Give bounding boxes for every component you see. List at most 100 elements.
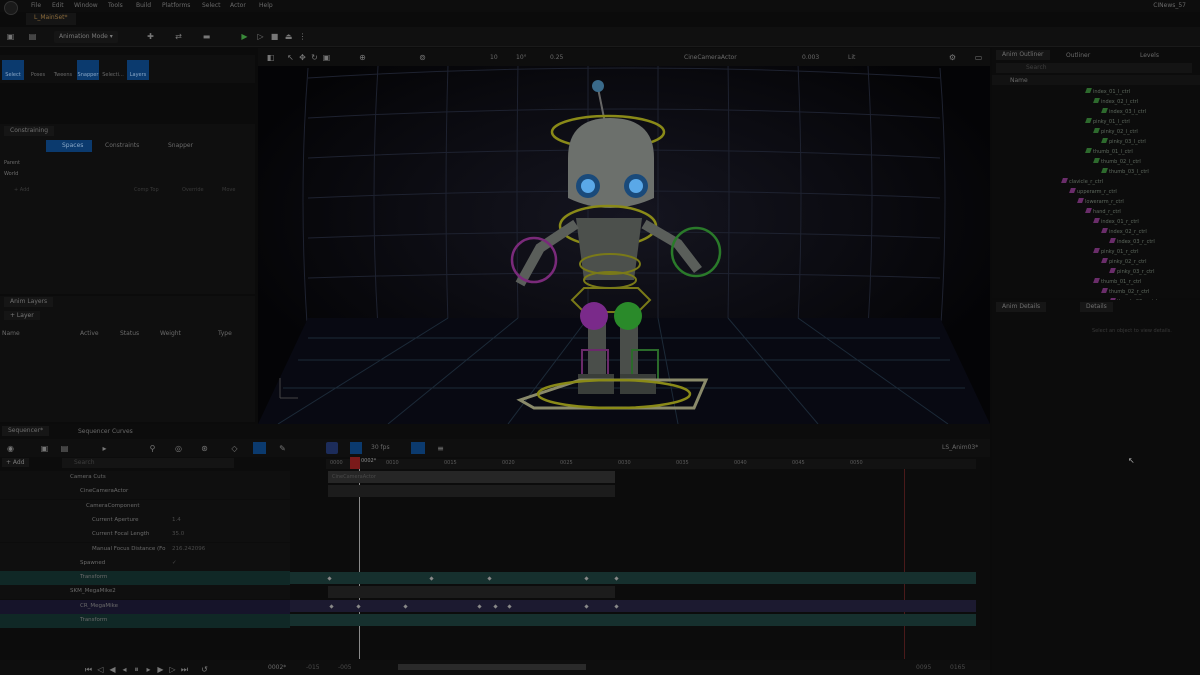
range-start2-field[interactable]: -005: [338, 664, 352, 671]
folder-icon[interactable]: ▤: [60, 444, 69, 453]
outliner-row[interactable]: pinky_03_r_ctrl: [1109, 268, 1154, 275]
save-sequence-icon[interactable]: ▣: [40, 444, 49, 453]
skm-section[interactable]: [328, 586, 615, 598]
pause-icon[interactable]: ⏸: [132, 665, 141, 674]
track-row[interactable]: Manual Focus Distance (Fo 216.242096: [0, 542, 290, 557]
menu-window[interactable]: Window: [74, 2, 98, 9]
menu-help[interactable]: Help: [259, 2, 273, 9]
outliner-row[interactable]: thumb_01_l_ctrl: [1085, 148, 1133, 155]
outliner-row[interactable]: pinky_01_l_ctrl: [1085, 118, 1130, 125]
outliner-row[interactable]: hand_r_ctrl: [1085, 208, 1121, 215]
transform-track-camera[interactable]: [290, 572, 976, 584]
mode-snapper-button[interactable]: Snapper: [77, 60, 99, 80]
track-row[interactable]: Current Focal Length 35.0: [0, 528, 290, 543]
content-browser-icon[interactable]: ▤: [28, 32, 37, 41]
menu-actor[interactable]: Actor: [230, 2, 246, 9]
tab-levels[interactable]: Levels: [1140, 52, 1159, 59]
step-icon[interactable]: ▷: [256, 32, 265, 41]
outliner-row[interactable]: index_01_l_ctrl: [1085, 88, 1130, 95]
jump-start-icon[interactable]: ⏮: [84, 665, 93, 674]
snap-toggle-button[interactable]: [326, 442, 338, 454]
comp-top-button[interactable]: Comp Top: [134, 187, 159, 193]
diamond-key-icon[interactable]: ◇: [230, 444, 239, 453]
map-tab[interactable]: L_MainSet*: [26, 13, 76, 25]
track-value[interactable]: 216.242096: [172, 546, 205, 552]
menu-platforms[interactable]: Platforms: [162, 2, 190, 9]
view-mode-dropdown[interactable]: Lit: [848, 54, 855, 61]
snapper-button[interactable]: Snapper: [168, 142, 193, 149]
grid-snap-value[interactable]: 10: [490, 54, 498, 61]
track-value[interactable]: ✓: [172, 560, 177, 566]
next-frame-icon[interactable]: ▶: [156, 665, 165, 674]
play-reverse-icon[interactable]: ◂: [120, 665, 129, 674]
prev-key-icon[interactable]: ◁: [96, 665, 105, 674]
menu-select[interactable]: Select: [202, 2, 221, 9]
camera-icon[interactable]: ▸: [100, 444, 109, 453]
outliner-row[interactable]: upperarm_r_ctrl: [1069, 188, 1117, 195]
track-row[interactable]: Spawned ✓: [0, 556, 290, 571]
eject-icon[interactable]: ⏏: [284, 32, 293, 41]
add-track-button[interactable]: + Add: [2, 458, 29, 467]
surface-snap-icon[interactable]: ⊕: [358, 53, 367, 62]
menu-edit[interactable]: Edit: [52, 2, 64, 9]
outliner-search-box[interactable]: Search: [996, 63, 1192, 73]
mode-select-button[interactable]: Select: [2, 60, 24, 80]
range-end2-field[interactable]: 0165: [950, 664, 965, 671]
save-icon[interactable]: ▣: [6, 32, 15, 41]
transform-dropdown-icon[interactable]: ◧: [266, 53, 275, 62]
camera-speed[interactable]: 0.003: [802, 54, 819, 61]
outliner-row[interactable]: thumb_03_l_ctrl: [1101, 168, 1149, 175]
outliner-row[interactable]: thumb_02_r_ctrl: [1101, 288, 1149, 295]
rotate-tool-icon[interactable]: ↻: [310, 53, 319, 62]
current-frame-field[interactable]: 0002*: [268, 664, 286, 671]
mode-selection-button[interactable]: Selecti...: [102, 60, 124, 80]
timeline-ruler[interactable]: 0000 0010 0015 0020 0025 0030 0035 0040 …: [326, 459, 976, 469]
move-tool-icon[interactable]: ✥: [298, 53, 307, 62]
view-icon[interactable]: ◎: [174, 444, 183, 453]
space-world[interactable]: World: [4, 171, 18, 177]
outliner-row[interactable]: pinky_03_l_ctrl: [1101, 138, 1146, 145]
playhead-handle[interactable]: [350, 457, 360, 469]
stop-icon[interactable]: ■: [270, 32, 279, 41]
viewport[interactable]: [258, 48, 990, 424]
blueprint-icon[interactable]: ⇄: [174, 32, 183, 41]
override-button[interactable]: Override: [182, 187, 204, 193]
fps-dropdown[interactable]: 30 fps: [371, 444, 390, 451]
tab-constraining[interactable]: Constraining: [4, 126, 55, 136]
outliner-row[interactable]: pinky_01_r_ctrl: [1093, 248, 1138, 255]
menu-file[interactable]: File: [31, 2, 41, 9]
timeline-scrollbar[interactable]: [398, 664, 586, 670]
play-forward-icon[interactable]: ▸: [144, 665, 153, 674]
tab-anim-details[interactable]: Anim Details: [996, 302, 1047, 312]
world-icon[interactable]: ◉: [6, 444, 15, 453]
sequencer-search-box[interactable]: Search: [62, 458, 234, 468]
rotate-snap-value[interactable]: 10°: [516, 54, 527, 61]
camera-actor-section[interactable]: [328, 485, 615, 497]
outliner-row[interactable]: pinky_02_l_ctrl: [1093, 128, 1138, 135]
track-value[interactable]: 35.0: [172, 531, 184, 537]
outliner-row[interactable]: index_03_l_ctrl: [1101, 108, 1146, 115]
camera-cut-section[interactable]: CineCameraActor: [328, 471, 615, 483]
outliner-row[interactable]: index_01_r_ctrl: [1093, 218, 1139, 225]
track-row[interactable]: CineCameraActor: [0, 485, 290, 500]
outliner-row[interactable]: index_03_r_ctrl: [1109, 238, 1155, 245]
scale-snap-value[interactable]: 0.25: [550, 54, 563, 61]
cinematics-icon[interactable]: ▬: [202, 32, 211, 41]
mode-poses-button[interactable]: Poses: [27, 60, 49, 80]
constraints-button[interactable]: Constraints: [105, 142, 139, 149]
frame-snap-button[interactable]: [350, 442, 362, 454]
add-actor-icon[interactable]: ✚: [146, 32, 155, 41]
tab-outliner[interactable]: Outliner: [1066, 52, 1090, 59]
track-row[interactable]: Current Aperture 1.4: [0, 513, 290, 528]
play-icon[interactable]: ▶: [240, 32, 249, 41]
track-row[interactable]: Transform: [0, 614, 290, 628]
transform-track-skm[interactable]: [290, 614, 976, 626]
auto-key-button[interactable]: [253, 442, 266, 454]
scale-tool-icon[interactable]: ▣: [322, 53, 331, 62]
track-value[interactable]: 1.4: [172, 517, 181, 523]
track-row[interactable]: Transform: [0, 571, 290, 586]
tab-anim-outliner[interactable]: Anim Outliner: [996, 50, 1050, 60]
edit-icon[interactable]: ✎: [278, 444, 287, 453]
outliner-row[interactable]: clavicle_r_ctrl: [1061, 178, 1103, 185]
outliner-row[interactable]: index_02_l_ctrl: [1093, 98, 1138, 105]
